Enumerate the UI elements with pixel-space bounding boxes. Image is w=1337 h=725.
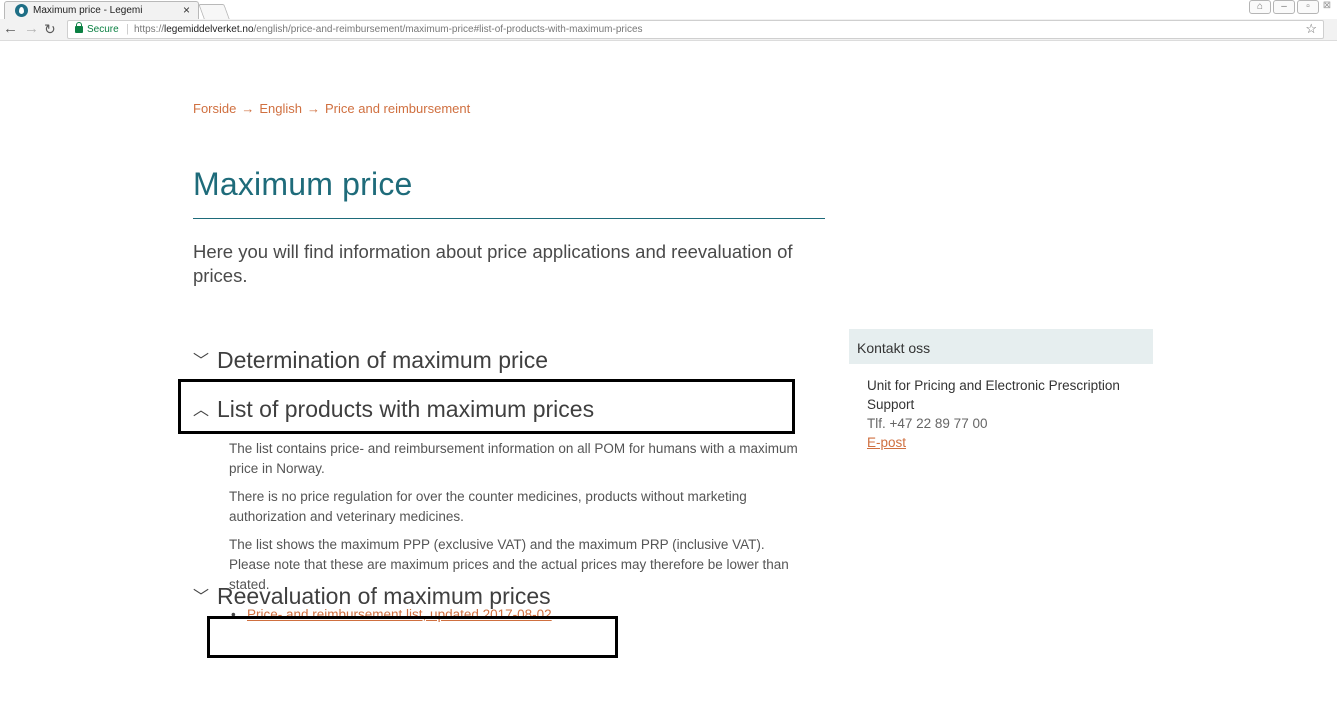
chevron-up-icon: ︿: [193, 401, 210, 419]
bookmark-star-icon[interactable]: ☆: [1305, 21, 1317, 37]
breadcrumb-item-english[interactable]: English: [259, 101, 302, 116]
maximize-icon[interactable]: ▫: [1297, 0, 1319, 14]
browser-toolbar: ← → ↻ Secure | https://legemiddelverket.…: [0, 19, 1337, 41]
close-window-icon[interactable]: ⊠: [1321, 0, 1333, 14]
reload-icon[interactable]: ↻: [44, 20, 56, 38]
user-profile-icon[interactable]: ⌂: [1249, 0, 1271, 14]
accordion-label: Determination of maximum price: [217, 347, 549, 373]
contact-phone: Tlf. +47 22 89 77 00: [867, 416, 988, 431]
accordion-list-of-products[interactable]: ︿ List of products with maximum prices: [193, 396, 594, 423]
chevron-down-icon: ﹀: [193, 588, 210, 606]
breadcrumb-separator: →: [241, 101, 255, 116]
url-separator: |: [126, 23, 129, 35]
breadcrumb-separator: →: [307, 101, 320, 116]
minimize-icon[interactable]: –: [1273, 0, 1295, 14]
tab-close-icon[interactable]: ×: [183, 3, 190, 17]
forward-arrow-icon[interactable]: →: [24, 20, 39, 38]
lock-icon: [75, 22, 83, 33]
site-favicon-icon: [15, 4, 28, 17]
title-divider: [193, 218, 825, 219]
page-lead: Here you will find information about pri…: [193, 241, 793, 286]
panel-paragraph: The list contains price- and reimburseme…: [229, 441, 798, 476]
page-title: Maximum price: [193, 166, 413, 202]
back-arrow-icon[interactable]: ←: [3, 20, 18, 38]
contact-body: Unit for Pricing and Electronic Prescrip…: [849, 364, 1153, 452]
address-bar[interactable]: Secure | https://legemiddelverket.no/eng…: [67, 20, 1324, 39]
breadcrumb: Forside → English → Price and reimbursement: [193, 101, 470, 116]
window-controls: ⌂ – ▫ ⊠: [1249, 0, 1333, 14]
new-tab-button[interactable]: [198, 4, 230, 19]
accordion-reevaluation-of-maximum-prices[interactable]: ﹀ Reevaluation of maximum prices: [193, 583, 551, 610]
browser-tabstrip: Maximum price - Legemi × ⌂ – ▫ ⊠: [0, 0, 1337, 19]
breadcrumb-item-price-and-reimbursement[interactable]: Price and reimbursement: [325, 101, 470, 116]
contact-box: Kontakt oss Unit for Pricing and Electro…: [849, 329, 1153, 452]
contact-unit: Unit for Pricing and Electronic Prescrip…: [867, 378, 1120, 412]
tab-title: Maximum price - Legemi: [33, 5, 143, 16]
accordion-label: Reevaluation of maximum prices: [217, 583, 551, 609]
browser-tab[interactable]: Maximum price - Legemi ×: [4, 1, 199, 19]
breadcrumb-item-forside[interactable]: Forside: [193, 101, 236, 116]
contact-heading: Kontakt oss: [849, 329, 1153, 364]
accordion-label: List of products with maximum prices: [217, 396, 595, 422]
email-link[interactable]: E-post: [867, 435, 906, 450]
secure-label: Secure: [87, 24, 119, 35]
chevron-down-icon: ﹀: [193, 352, 210, 370]
panel-paragraph: There is no price regulation for over th…: [229, 489, 747, 524]
url-text[interactable]: https://legemiddelverket.no/english/pric…: [134, 24, 643, 35]
accordion-determination-of-maximum-price[interactable]: ﹀ Determination of maximum price: [193, 347, 548, 374]
